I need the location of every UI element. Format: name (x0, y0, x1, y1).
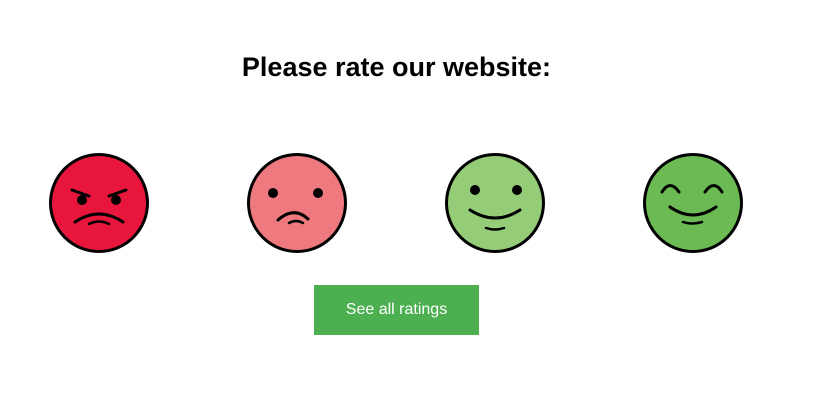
happy-face-icon (643, 153, 743, 253)
angry-face-icon (49, 153, 149, 253)
smiling-face-icon (445, 153, 545, 253)
rating-option-good[interactable] (444, 152, 546, 254)
rating-option-excellent[interactable] (642, 152, 744, 254)
rating-option-sad[interactable] (246, 152, 348, 254)
rating-option-angry[interactable] (48, 152, 150, 254)
sad-face-icon (247, 153, 347, 253)
see-all-ratings-button[interactable]: See all ratings (314, 285, 479, 335)
page-title: Please rate our website: (241, 52, 552, 82)
